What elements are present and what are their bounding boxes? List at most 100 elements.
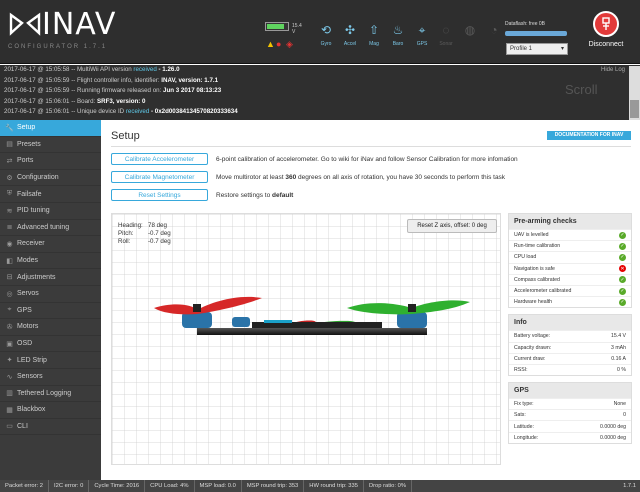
presets-icon: ▤: [6, 141, 13, 149]
frame-arm: [197, 328, 427, 335]
sidebar-item-cli[interactable]: ▭ CLI: [0, 419, 101, 436]
check-ok-icon: ✓: [619, 287, 626, 295]
mag-icon: ⇧: [368, 23, 380, 37]
log-time: 2017-06-17 @ 15:05:58: [4, 66, 70, 73]
info-row: Capacity drawn: 3 mAh: [509, 341, 631, 353]
hide-log-link[interactable]: Hide Log: [601, 67, 625, 73]
sidebar-item-setup[interactable]: 🔧 Setup: [0, 120, 101, 137]
roll-label: Roll:: [118, 238, 131, 245]
sidebar-item-ledstrip[interactable]: ✦ LED Strip: [0, 352, 101, 369]
sidebar-item-motors[interactable]: ✇ Motors: [0, 319, 101, 336]
sensors-icon: ∿: [6, 373, 13, 381]
log-time: 2017-06-17 @ 15:06:01: [4, 108, 70, 115]
gear-icon: ⚙: [6, 174, 13, 182]
sidebar-item-blackbox[interactable]: ▦ Blackbox: [0, 402, 101, 419]
log-time: 2017-06-17 @ 15:05:59: [4, 87, 70, 94]
inav-logo-icon: [9, 12, 41, 36]
info-label: Capacity drawn:: [514, 344, 552, 351]
top-bar: INAV CONFIGURATOR 1.7.1 15.4 V ▲ ● ◈ ⟲ Gy…: [0, 0, 640, 64]
gps-panel: GPS Fix type: None Sats: 0 Latitude: 0.0000 d…: [508, 382, 632, 444]
pid-icon: ≋: [6, 207, 13, 215]
log-time: 2017-06-17 @ 15:06:01: [4, 97, 70, 105]
prearm-check-label: Compass calibrated: [514, 276, 560, 283]
info-value: 3 mAh: [611, 344, 626, 351]
failsafe-icon: ⛨: [6, 190, 13, 198]
log-text: -- MultiWii API version: [69, 66, 134, 73]
log-panel: 2017-06-17 @ 15:05:58 -- MultiWii API ve…: [0, 65, 640, 120]
log-value: SRF3, version: 0: [96, 97, 146, 105]
sensor-baro: ♨ Baro: [388, 19, 408, 55]
prearm-check-row: Navigation is safe ✕: [509, 262, 631, 274]
sidebar-item-label: Failsafe: [17, 190, 42, 198]
propeller-front-left: [154, 296, 262, 315]
check-ok-icon: ✓: [619, 298, 626, 306]
sidebar-item-label: Advanced tuning: [17, 223, 70, 231]
page-title: Setup: [111, 130, 140, 142]
log-time: 2017-06-17 @ 15:05:59: [4, 76, 70, 84]
advanced-icon: ≣: [6, 224, 13, 232]
usb-icon: [593, 11, 619, 37]
servos-icon: ◎: [6, 290, 13, 298]
sidebar-item-label: Presets: [17, 140, 41, 148]
gps-label: Fix type:: [514, 401, 534, 408]
sidebar-item-label: LED Strip: [17, 356, 47, 364]
sensor-label: Sonar: [439, 41, 453, 47]
prearm-check-row: Hardware health ✓: [509, 296, 631, 307]
sensor-label: Mag: [369, 41, 379, 47]
info-panel: Info Battery voltage: 15.4 V Capacity draw…: [508, 314, 632, 377]
log-value: INAV, version: 1.7.1: [161, 76, 219, 84]
pitch-value: -0.7 deg: [148, 230, 171, 237]
sidebar-item-adjustments[interactable]: ⊟ Adjustments: [0, 269, 101, 286]
sidebar-item-failsafe[interactable]: ⛨ Failsafe: [0, 186, 101, 203]
log-line: 2017-06-17 @ 15:05:59 -- Running firmwar…: [0, 86, 640, 97]
log-line: 2017-06-17 @ 15:05:59 -- Flight controll…: [0, 76, 640, 87]
sidebar-item-tethered[interactable]: ▥ Tethered Logging: [0, 386, 101, 403]
sidebar-item-label: Tethered Logging: [17, 389, 72, 397]
reset-z-axis-button[interactable]: Reset Z axis, offset: 0 deg: [407, 219, 497, 233]
sidebar-item-pid[interactable]: ≋ PID tuning: [0, 203, 101, 220]
sidebar-item-label: OSD: [17, 340, 33, 348]
battery-icon: [265, 22, 289, 31]
documentation-button[interactable]: DOCUMENTATION FOR INAV: [547, 131, 631, 140]
gps-value: 0.0000 deg: [600, 423, 626, 430]
sidebar-item-label: Configuration: [17, 174, 59, 182]
sidebar-item-receiver[interactable]: ◉ Receiver: [0, 236, 101, 253]
sensor-sonar: ◌ Sonar: [436, 19, 456, 55]
prearm-check-row: Run-time calibration ✓: [509, 240, 631, 251]
sidebar-item-modes[interactable]: ◧ Modes: [0, 253, 101, 270]
log-text: -- Unique device ID: [69, 108, 126, 115]
status-item: Cycle Time: 2016: [89, 480, 146, 492]
sidebar-item-servos[interactable]: ◎ Servos: [0, 286, 101, 303]
sidebar-item-osd[interactable]: ▣ OSD: [0, 336, 101, 353]
log-value: - 0x2d00384134570820333634: [149, 108, 238, 115]
osd-icon: ▣: [6, 340, 13, 348]
sidebar-item-configuration[interactable]: ⚙ Configuration: [0, 170, 101, 187]
setup-tab-content: Setup DOCUMENTATION FOR INAV Calibrate A…: [101, 120, 640, 480]
sensor-label: Baro: [392, 41, 404, 47]
calibrate-magnetometer-description: Move multirotor at least 360 degrees on …: [216, 174, 506, 181]
gps-value: None: [613, 401, 626, 408]
sidebar-item-presets[interactable]: ▤ Presets: [0, 137, 101, 154]
gps-row: Fix type: None: [509, 398, 631, 409]
profile-select[interactable]: Profile 1: [506, 43, 568, 55]
sidebar-item-advanced[interactable]: ≣ Advanced tuning: [0, 220, 101, 237]
accel-icon: ✣: [344, 23, 356, 37]
prearm-checks-title: Pre-arming checks: [509, 214, 631, 229]
reset-settings-button[interactable]: Reset Settings: [111, 189, 208, 201]
status-bar: Packet error: 2 I2C error: 0 Cycle Time: 2…: [0, 480, 640, 492]
log-scrollbar[interactable]: [629, 66, 640, 120]
link-icon: ●: [276, 39, 282, 49]
calibrate-accelerometer-button[interactable]: Calibrate Accelerometer: [111, 153, 208, 165]
sidebar-item-ports[interactable]: ⇄ Ports: [0, 153, 101, 170]
sidebar-item-gps[interactable]: ⌖ GPS: [0, 303, 101, 320]
reset-settings-description: Restore settings to default: [216, 192, 294, 199]
sidebar-item-label: Motors: [17, 323, 39, 331]
adjustments-icon: ⊟: [6, 274, 13, 282]
airspeed-icon: ◍: [464, 23, 476, 37]
disconnect-button[interactable]: Disconnect: [581, 11, 631, 48]
gyro-icon: ⟲: [320, 23, 332, 37]
calibrate-magnetometer-button[interactable]: Calibrate Magnetometer: [111, 171, 208, 183]
sidebar-item-sensors[interactable]: ∿ Sensors: [0, 369, 101, 386]
quadcopter-model: [154, 296, 470, 335]
log-scrollbar-thumb[interactable]: [630, 100, 639, 118]
